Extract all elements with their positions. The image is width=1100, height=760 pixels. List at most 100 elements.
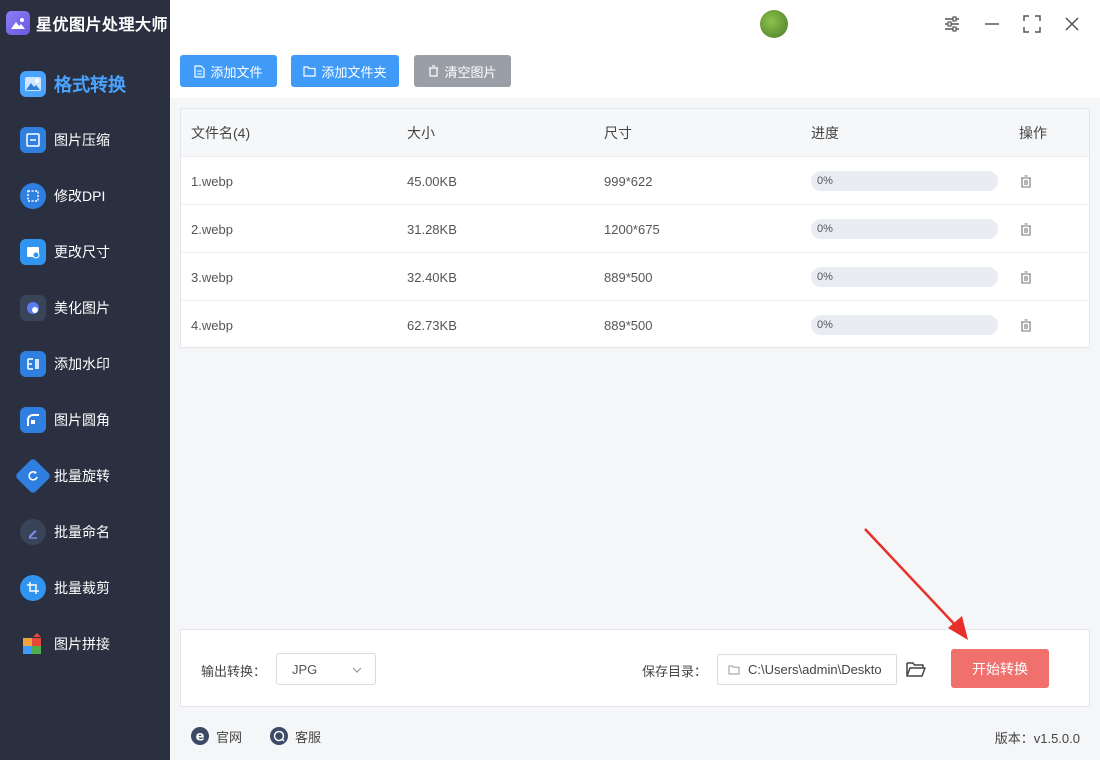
- add-folder-button[interactable]: 添加文件夹: [291, 55, 399, 87]
- crop-icon: [20, 575, 46, 601]
- website-label: 官网: [216, 729, 243, 745]
- stitch-icon: [20, 631, 46, 657]
- output-format-label: 输出转换：: [201, 664, 267, 679]
- sidebar-item-label: 图片拼接: [54, 636, 110, 652]
- close-icon[interactable]: [1060, 12, 1084, 36]
- table-row: 3.webp 32.40KB 889*500 0%: [181, 253, 1089, 301]
- file-dims: 999*622: [604, 173, 653, 189]
- file-size: 32.40KB: [407, 269, 457, 285]
- sidebar-item-rename[interactable]: 批量命名: [0, 504, 170, 560]
- browser-e-icon: e: [191, 727, 209, 745]
- file-icon: [194, 64, 206, 78]
- add-folder-label: 添加文件夹: [321, 64, 387, 80]
- header-dims: 尺寸: [604, 125, 632, 141]
- sidebar-nav: 格式转换 图片压缩 修改DPI 更改尺寸 美化图片 添加水印 图片圆角 批量旋转…: [0, 56, 170, 672]
- settings-sliders-icon[interactable]: [940, 12, 964, 36]
- header-name: 文件名(4): [191, 125, 251, 141]
- save-dir-label: 保存目录：: [642, 664, 708, 679]
- compress-icon: [20, 127, 46, 153]
- support-link[interactable]: 客服: [269, 726, 321, 746]
- minimize-icon[interactable]: [980, 12, 1004, 36]
- sidebar-item-stitch[interactable]: 图片拼接: [0, 616, 170, 672]
- file-name: 1.webp: [191, 173, 233, 189]
- header-size: 大小: [407, 125, 435, 141]
- clear-images-label: 清空图片: [444, 64, 497, 80]
- app-name: 星优图片处理大师: [36, 17, 169, 34]
- trash-icon: [429, 65, 439, 77]
- save-dir-field[interactable]: C:\Users\admin\Deskto: [717, 654, 897, 685]
- resize-icon: [20, 239, 46, 265]
- delete-icon[interactable]: [1020, 301, 1032, 349]
- footer: e 官网 客服 版本：v1.5.0.0: [170, 712, 1100, 760]
- file-size: 31.28KB: [407, 221, 457, 237]
- progress-bar: 0%: [811, 171, 998, 191]
- start-convert-button[interactable]: 开始转换: [951, 649, 1049, 688]
- chat-support-icon: [270, 727, 288, 745]
- user-name-field: [792, 17, 926, 31]
- clear-images-button[interactable]: 清空图片: [414, 55, 511, 87]
- maximize-icon[interactable]: [1020, 12, 1044, 36]
- folder-icon: [728, 665, 740, 674]
- sidebar-item-beautify[interactable]: 美化图片: [0, 280, 170, 336]
- delete-icon[interactable]: [1020, 157, 1032, 205]
- save-dir-value: C:\Users\admin\Deskto: [748, 662, 882, 677]
- sidebar-item-label: 批量旋转: [54, 468, 110, 484]
- sidebar-item-label: 修改DPI: [54, 188, 106, 204]
- progress-bar: 0%: [811, 219, 998, 239]
- sidebar-item-format-convert[interactable]: 格式转换: [0, 56, 170, 112]
- sidebar-item-round-corner[interactable]: 图片圆角: [0, 392, 170, 448]
- output-format-select[interactable]: JPG: [276, 653, 376, 685]
- add-file-label: 添加文件: [210, 64, 263, 80]
- app-title: 星优图片处理大师: [6, 8, 168, 38]
- rename-icon: [20, 519, 46, 545]
- header-action: 操作: [1019, 125, 1047, 141]
- sidebar-item-rotate[interactable]: 批量旋转: [0, 448, 170, 504]
- table-row: 2.webp 31.28KB 1200*675 0%: [181, 205, 1089, 253]
- sidebar-item-watermark[interactable]: 添加水印: [0, 336, 170, 392]
- sidebar-item-label: 批量裁剪: [54, 580, 110, 596]
- file-dims: 1200*675: [604, 221, 660, 237]
- sidebar: 星优图片处理大师 格式转换 图片压缩 修改DPI 更改尺寸 美化图片 添加水印 …: [0, 0, 170, 760]
- sidebar-item-label: 批量命名: [54, 524, 110, 540]
- file-size: 45.00KB: [407, 173, 457, 189]
- sidebar-item-resize[interactable]: 更改尺寸: [0, 224, 170, 280]
- output-settings-panel: 输出转换： JPG 保存目录： C:\Users\admin\Deskto 开始…: [180, 629, 1090, 707]
- delete-icon[interactable]: [1020, 205, 1032, 253]
- watermark-icon: [20, 351, 46, 377]
- dpi-icon: [20, 183, 46, 209]
- sidebar-item-label: 格式转换: [54, 75, 126, 95]
- version-text: 版本：v1.5.0.0: [994, 731, 1080, 746]
- header-progress: 进度: [811, 125, 839, 141]
- file-size: 62.73KB: [407, 317, 457, 333]
- round-corner-icon: [20, 407, 46, 433]
- file-name: 2.webp: [191, 221, 233, 237]
- delete-icon[interactable]: [1020, 253, 1032, 301]
- app-logo-icon: [6, 11, 30, 35]
- file-table: 文件名(4) 大小 尺寸 进度 操作 1.webp 45.00KB 999*62…: [180, 108, 1090, 348]
- format-convert-icon: [20, 71, 46, 97]
- title-bar: [170, 0, 1100, 48]
- file-dims: 889*500: [604, 317, 653, 333]
- progress-bar: 0%: [811, 315, 998, 335]
- file-name: 3.webp: [191, 269, 233, 285]
- table-row: 4.webp 62.73KB 889*500 0%: [181, 301, 1089, 349]
- website-link[interactable]: e 官网: [190, 726, 242, 746]
- browse-folder-icon[interactable]: [903, 657, 929, 681]
- progress-bar: 0%: [811, 267, 998, 287]
- table-header: 文件名(4) 大小 尺寸 进度 操作: [181, 109, 1089, 157]
- file-name: 4.webp: [191, 317, 233, 333]
- add-file-button[interactable]: 添加文件: [180, 55, 277, 87]
- sidebar-item-label: 添加水印: [54, 356, 110, 372]
- chevron-down-icon: [352, 667, 362, 673]
- sidebar-item-crop[interactable]: 批量裁剪: [0, 560, 170, 616]
- folder-icon: [303, 65, 317, 77]
- sidebar-item-compress[interactable]: 图片压缩: [0, 112, 170, 168]
- sidebar-item-label: 图片圆角: [54, 412, 110, 428]
- avatar[interactable]: [760, 10, 788, 38]
- sidebar-item-dpi[interactable]: 修改DPI: [0, 168, 170, 224]
- svg-text:e: e: [196, 730, 205, 745]
- file-dims: 889*500: [604, 269, 653, 285]
- output-format-value: JPG: [292, 661, 318, 677]
- support-label: 客服: [295, 729, 322, 745]
- beautify-icon: [20, 295, 46, 321]
